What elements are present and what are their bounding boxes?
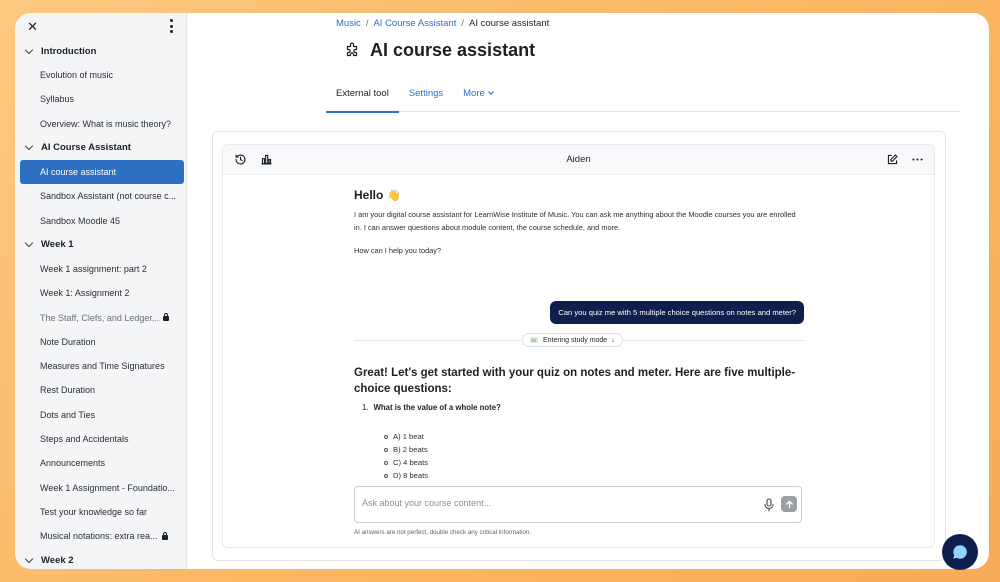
activity-card: Aiden Hello 👋 I am your digital course as… — [212, 131, 946, 561]
ai-disclaimer: AI answers are not perfect, double check… — [354, 529, 532, 536]
sidebar-section-week-1[interactable]: Week 1 — [15, 233, 186, 257]
send-button[interactable] — [781, 496, 797, 512]
sidebar-section-ai-course-assistant[interactable]: AI Course Assistant — [15, 136, 186, 160]
quiz-question: 1. What is the value of a whole note? — [362, 403, 501, 412]
arrow-up-icon — [785, 499, 793, 508]
chat-composer — [354, 486, 802, 523]
sidebar-section-week-2[interactable]: Week 2 — [15, 548, 186, 569]
chat-input[interactable] — [362, 498, 742, 508]
sidebar-item[interactable]: Sandbox Assistant (not course c... — [15, 184, 186, 208]
sidebar-item-locked[interactable]: Musical notations: extra rea... — [15, 524, 186, 548]
breadcrumb-current: AI course assistant — [469, 18, 550, 29]
sidebar-item-locked[interactable]: The Staff, Clefs, and Ledger... — [15, 305, 186, 329]
quiz-option: A) 1 beat — [384, 430, 428, 443]
breadcrumb-link-ai-course-assistant[interactable]: AI Course Assistant — [373, 18, 456, 29]
breadcrumb: Music / AI Course Assistant / AI course assi… — [336, 18, 550, 29]
tab-bar: External tool Settings More — [326, 78, 960, 113]
sidebar-item[interactable]: Announcements — [15, 451, 186, 475]
arrow-down-icon: ↓ — [611, 336, 615, 344]
sidebar-item[interactable]: Steps and Accidentals — [15, 427, 186, 451]
assistant-name: Aiden — [566, 154, 591, 165]
lock-icon — [161, 531, 168, 540]
sidebar-item[interactable]: Note Duration — [15, 330, 186, 354]
user-message: Can you quiz me with 5 multiple choice q… — [550, 301, 804, 324]
course-index-drawer: ✕ Introduction Evolution of music Syllab… — [15, 13, 187, 569]
chat-messages: Hello 👋 I am your digital course assistan… — [354, 185, 804, 480]
waving-hand-icon: 👋 — [387, 189, 402, 202]
chat-launcher-button[interactable] — [942, 534, 978, 570]
assistant-reply-heading: Great! Let's get started with your quiz … — [354, 367, 796, 395]
tab-settings[interactable]: Settings — [399, 78, 453, 112]
puzzle-piece-icon — [346, 42, 358, 56]
sidebar-section-introduction[interactable]: Introduction — [15, 39, 186, 63]
sidebar-item[interactable]: Week 1 Assignment - Foundatio... — [15, 475, 186, 499]
close-icon[interactable]: ✕ — [27, 20, 38, 33]
study-mode-pill[interactable]: ST Entering study mode ↓ — [522, 333, 623, 347]
microphone-icon[interactable] — [763, 498, 775, 512]
page-header: AI course assistant — [343, 40, 535, 61]
lock-icon — [163, 313, 170, 322]
app-window: ✕ Introduction Evolution of music Syllab… — [15, 13, 989, 569]
chat-header: Aiden — [223, 145, 934, 175]
tab-more[interactable]: More — [453, 78, 503, 112]
kebab-menu-icon[interactable] — [169, 19, 173, 33]
chat-bubble-icon — [953, 545, 967, 559]
chevron-down-icon — [24, 142, 34, 151]
chevron-down-icon — [24, 554, 34, 564]
study-mode-divider: ST Entering study mode ↓ — [354, 333, 804, 347]
sidebar-item[interactable]: Dots and Ties — [15, 403, 186, 427]
sidebar-item[interactable]: Sandbox Moodle 45 — [15, 208, 186, 232]
chevron-down-icon — [487, 89, 494, 95]
study-badge-icon: ST — [530, 337, 538, 343]
assistant-intro: I am your digital course assistant for L… — [354, 210, 796, 232]
sidebar-item[interactable]: Evolution of music — [15, 63, 186, 87]
chevron-down-icon — [24, 45, 34, 54]
more-options-icon[interactable] — [911, 153, 924, 166]
tab-external-tool[interactable]: External tool — [326, 78, 399, 113]
sidebar-item[interactable]: Week 1 assignment: part 2 — [15, 257, 186, 281]
sidebar-item[interactable]: Week 1: Assignment 2 — [15, 281, 186, 305]
quiz-options: A) 1 beat B) 2 beats C) 4 beats D) 8 bea… — [384, 430, 428, 482]
sidebar-item[interactable]: Overview: What is music theory? — [15, 112, 186, 136]
chevron-down-icon — [24, 239, 34, 248]
main-content: Music / AI Course Assistant / AI course assi… — [187, 13, 989, 569]
quiz-option: D) 8 beats — [384, 469, 428, 482]
sidebar-item-active[interactable]: AI course assistant — [20, 159, 184, 185]
new-chat-icon[interactable] — [886, 153, 899, 166]
greeting-heading: Hello 👋 — [354, 188, 402, 202]
assistant-prompt: How can I help you today? — [354, 246, 442, 255]
sidebar-item[interactable]: Syllabus — [15, 87, 186, 111]
sidebar-item[interactable]: Test your knowledge so far — [15, 500, 186, 524]
quiz-option: B) 2 beats — [384, 443, 428, 456]
chat-panel: Aiden Hello 👋 I am your digital course as… — [222, 144, 935, 548]
page-title: AI course assistant — [370, 40, 536, 60]
quiz-option: C) 4 beats — [384, 456, 428, 469]
sidebar-item[interactable]: Measures and Time Signatures — [15, 354, 186, 378]
sidebar-item[interactable]: Rest Duration — [15, 378, 186, 402]
breadcrumb-link-music[interactable]: Music — [336, 18, 361, 29]
